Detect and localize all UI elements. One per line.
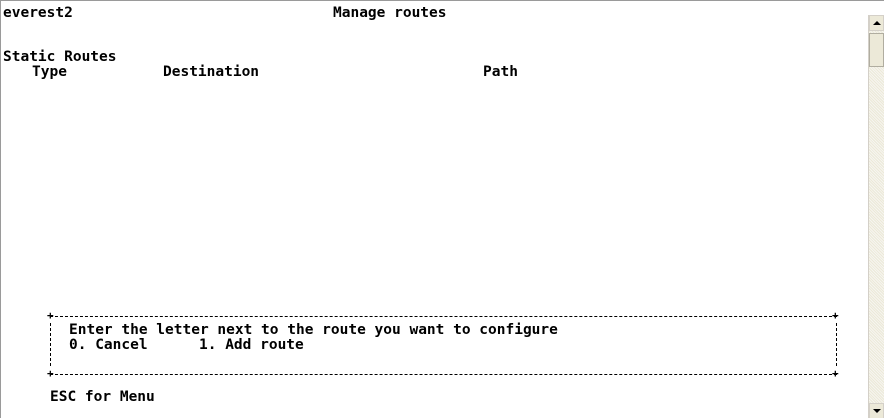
hostname-label: everest2: [3, 5, 73, 21]
prompt-box-corner: +: [47, 309, 54, 322]
scrollbar-thumb[interactable]: [869, 33, 884, 67]
prompt-box-left-border: [50, 323, 51, 366]
prompt-box-corner: +: [832, 367, 839, 380]
prompt-box-right-border: [836, 323, 837, 366]
prompt-box-bottom-border: [50, 374, 837, 375]
menu-option-cancel[interactable]: 0. Cancel: [69, 337, 148, 353]
vertical-scrollbar[interactable]: [868, 15, 884, 418]
arrow-up-icon: [872, 21, 881, 25]
column-header-type: Type: [32, 64, 67, 80]
footer-hint: ESC for Menu: [50, 389, 155, 405]
scroll-up-button[interactable]: [869, 15, 884, 31]
terminal-screen[interactable]: everest2 Manage routes Static Routes Typ…: [3, 5, 867, 415]
prompt-instruction: Enter the letter next to the route you w…: [69, 322, 558, 338]
arrow-down-icon: [872, 409, 881, 413]
screen-title: Manage routes: [333, 5, 447, 21]
scroll-down-button[interactable]: [869, 403, 884, 418]
route-list: [3, 83, 863, 303]
prompt-box-corner: +: [832, 309, 839, 322]
prompt-box-corner: +: [47, 367, 54, 380]
section-title: Static Routes: [3, 49, 117, 65]
column-header-path: Path: [483, 64, 518, 80]
menu-option-add-route[interactable]: 1. Add route: [199, 337, 304, 353]
column-header-destination: Destination: [163, 64, 260, 80]
prompt-box-top-border: [50, 316, 837, 317]
terminal-window: everest2 Manage routes Static Routes Typ…: [0, 0, 884, 418]
